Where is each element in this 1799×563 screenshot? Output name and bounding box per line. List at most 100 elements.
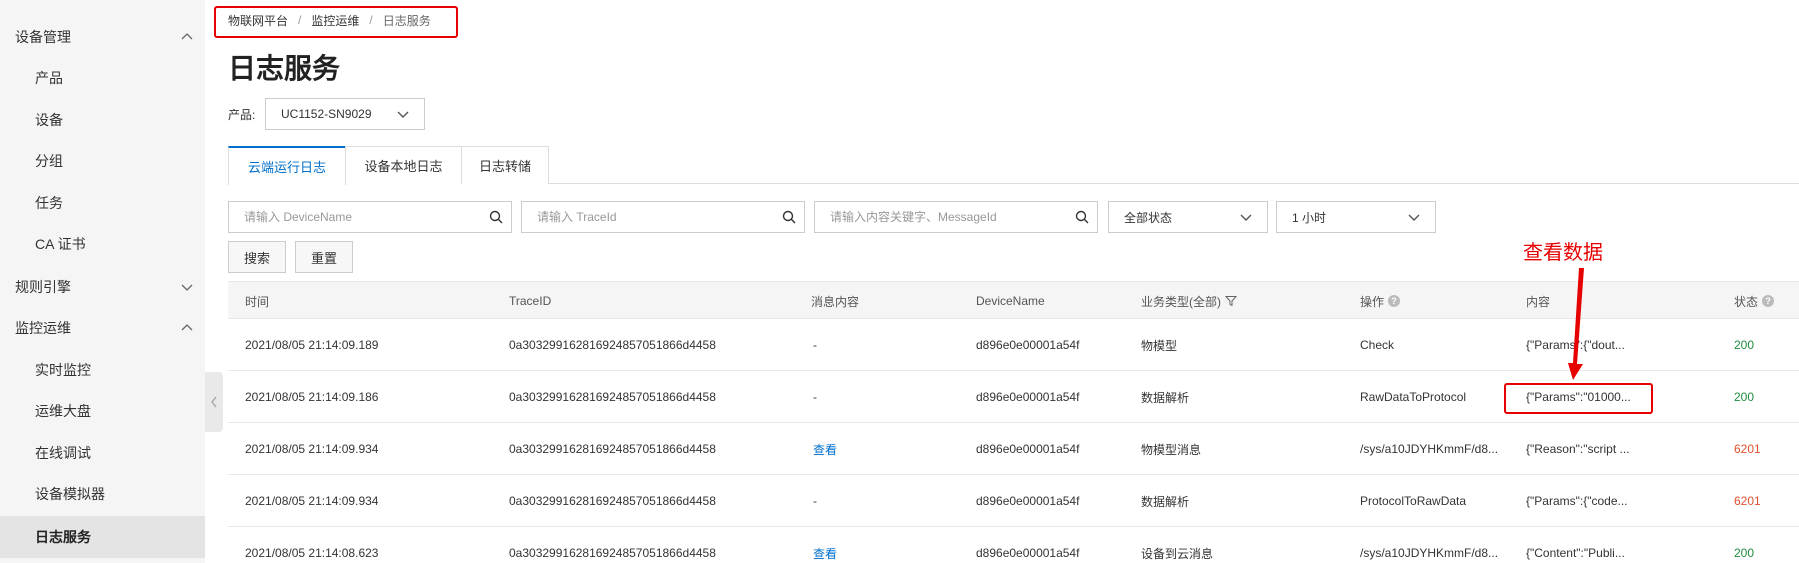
help-icon[interactable]: ? — [1762, 295, 1775, 307]
cell-device-name: d896e0e00001a54f — [976, 442, 1080, 456]
sidebar-item-realtime-monitor[interactable]: 实时监控 — [0, 351, 205, 389]
column-header-business-type[interactable]: 业务类型(全部) — [1141, 282, 1237, 320]
cell-business-type: 设备到云消息 — [1141, 546, 1214, 561]
cell-status: 200 — [1734, 390, 1755, 404]
sidebar-item-group[interactable]: 分组 — [0, 142, 205, 180]
cell-trace-id: 0a303299162816924857051866d4458 — [509, 442, 716, 456]
cell-message: - — [813, 494, 817, 508]
keyword-input[interactable] — [830, 210, 1075, 224]
nav-group-label: 规则引擎 — [15, 279, 71, 295]
table-row: 2021/08/05 21:14:09.934 0a30329916281692… — [228, 475, 1799, 527]
product-label: 产品: — [228, 108, 256, 122]
cell-message: - — [813, 390, 817, 404]
chevron-left-icon — [211, 396, 217, 408]
sidebar-item-log-service[interactable]: 日志服务 — [0, 516, 205, 558]
sidebar-item-ops-dashboard[interactable]: 运维大盘 — [0, 392, 205, 430]
view-message-link[interactable]: 查看 — [813, 423, 837, 475]
search-icon[interactable] — [489, 210, 503, 224]
device-name-search — [228, 201, 512, 233]
cell-device-name: d896e0e00001a54f — [976, 338, 1080, 352]
product-select[interactable]: UC1152-SN9029 — [265, 98, 425, 130]
cell-content[interactable]: {"Content":"Publi... — [1526, 527, 1625, 563]
product-select-value: UC1152-SN9029 — [281, 107, 372, 121]
cell-trace-id: 0a303299162816924857051866d4458 — [509, 390, 716, 404]
cell-content[interactable]: {"Params":{"code... — [1526, 475, 1628, 527]
cell-status: 200 — [1734, 546, 1755, 560]
column-header-device-name: DeviceName — [976, 294, 1045, 308]
sidebar-item-product[interactable]: 产品 — [0, 59, 205, 97]
search-icon[interactable] — [782, 210, 796, 224]
tab-log-dump[interactable]: 日志转储 — [461, 146, 549, 184]
chevron-down-icon — [1240, 214, 1252, 221]
column-header-time: 时间 — [245, 294, 270, 309]
search-icon[interactable] — [1075, 210, 1089, 224]
cell-time: 2021/08/05 21:14:08.623 — [245, 546, 379, 560]
trace-id-input[interactable] — [537, 210, 782, 224]
time-range-select[interactable]: 1 小时 — [1276, 201, 1436, 233]
nav-group-monitoring[interactable]: 监控运维 — [0, 311, 205, 345]
cell-trace-id: 0a303299162816924857051866d4458 — [509, 494, 716, 508]
tab-bar: 云端运行日志 设备本地日志 日志转储 — [228, 146, 1799, 185]
cell-operation: /sys/a10JDYHKmmF/d8... — [1360, 442, 1499, 456]
cell-operation: ProtocolToRawData — [1360, 494, 1467, 508]
sidebar-item-online-debug[interactable]: 在线调试 — [0, 434, 205, 472]
cell-operation: RawDataToProtocol — [1360, 390, 1467, 404]
column-header-message: 消息内容 — [811, 294, 860, 309]
cell-content[interactable]: {"Reason":"script ... — [1526, 423, 1630, 475]
cell-business-type: 物模型 — [1141, 338, 1178, 353]
search-button[interactable]: 搜索 — [228, 241, 286, 273]
cell-business-type: 数据解析 — [1141, 390, 1190, 405]
status-select[interactable]: 全部状态 — [1108, 201, 1268, 233]
table-row: 2021/08/05 21:14:09.934 0a30329916281692… — [228, 423, 1799, 475]
annotation-box-content — [1504, 383, 1653, 414]
cell-device-name: d896e0e00001a54f — [976, 390, 1080, 404]
chevron-up-icon — [181, 324, 193, 331]
cell-time: 2021/08/05 21:14:09.934 — [245, 442, 379, 456]
column-header-status: 状态? — [1734, 282, 1775, 320]
table-row: 2021/08/05 21:14:08.623 0a30329916281692… — [228, 527, 1799, 563]
column-header-operation: 操作? — [1360, 282, 1401, 320]
trace-id-search — [521, 201, 805, 233]
reset-button[interactable]: 重置 — [295, 241, 353, 273]
cell-device-name: d896e0e00001a54f — [976, 494, 1080, 508]
cell-device-name: d896e0e00001a54f — [976, 546, 1080, 560]
nav-group-label: 监控运维 — [15, 320, 71, 336]
cell-time: 2021/08/05 21:14:09.934 — [245, 494, 379, 508]
cell-time: 2021/08/05 21:14:09.186 — [245, 390, 379, 404]
chevron-up-icon — [181, 33, 193, 40]
view-message-link[interactable]: 查看 — [813, 527, 837, 563]
column-header-content: 内容 — [1526, 294, 1551, 309]
nav-group-rule-engine[interactable]: 规则引擎 — [0, 270, 205, 304]
sidebar-item-device-simulator[interactable]: 设备模拟器 — [0, 475, 205, 513]
nav-group-label: 设备管理 — [15, 29, 71, 45]
annotation-label: 查看数据 — [1523, 242, 1603, 264]
filter-icon[interactable] — [1225, 295, 1237, 307]
status-select-value: 全部状态 — [1124, 210, 1173, 225]
annotation-arrow-icon — [1568, 268, 1584, 380]
cell-business-type: 物模型消息 — [1141, 442, 1202, 457]
column-header-trace-id: TraceID — [509, 294, 552, 308]
keyword-search — [814, 201, 1098, 233]
sidebar-collapse-handle[interactable] — [205, 372, 223, 432]
cell-trace-id: 0a303299162816924857051866d4458 — [509, 338, 716, 352]
time-range-select-value: 1 小时 — [1292, 210, 1327, 225]
chevron-down-icon — [1408, 214, 1420, 221]
cell-time: 2021/08/05 21:14:09.189 — [245, 338, 379, 352]
sidebar-item-task[interactable]: 任务 — [0, 184, 205, 222]
sidebar-item-device[interactable]: 设备 — [0, 101, 205, 139]
cell-trace-id: 0a303299162816924857051866d4458 — [509, 546, 716, 560]
cell-status: 200 — [1734, 338, 1755, 352]
cell-status: 6201 — [1734, 442, 1761, 456]
nav-group-device-management[interactable]: 设备管理 — [0, 20, 205, 54]
cell-operation: /sys/a10JDYHKmmF/d8... — [1360, 546, 1499, 560]
sidebar-item-ca-cert[interactable]: CA 证书 — [0, 225, 205, 263]
tab-device-local-log[interactable]: 设备本地日志 — [345, 146, 462, 184]
cell-status: 6201 — [1734, 494, 1761, 508]
cell-business-type: 数据解析 — [1141, 494, 1190, 509]
tab-cloud-log[interactable]: 云端运行日志 — [228, 146, 346, 185]
cell-operation: Check — [1360, 338, 1395, 352]
page-title: 日志服务 — [228, 53, 341, 84]
chevron-down-icon — [181, 284, 193, 291]
device-name-input[interactable] — [244, 210, 489, 224]
help-icon[interactable]: ? — [1388, 295, 1401, 307]
